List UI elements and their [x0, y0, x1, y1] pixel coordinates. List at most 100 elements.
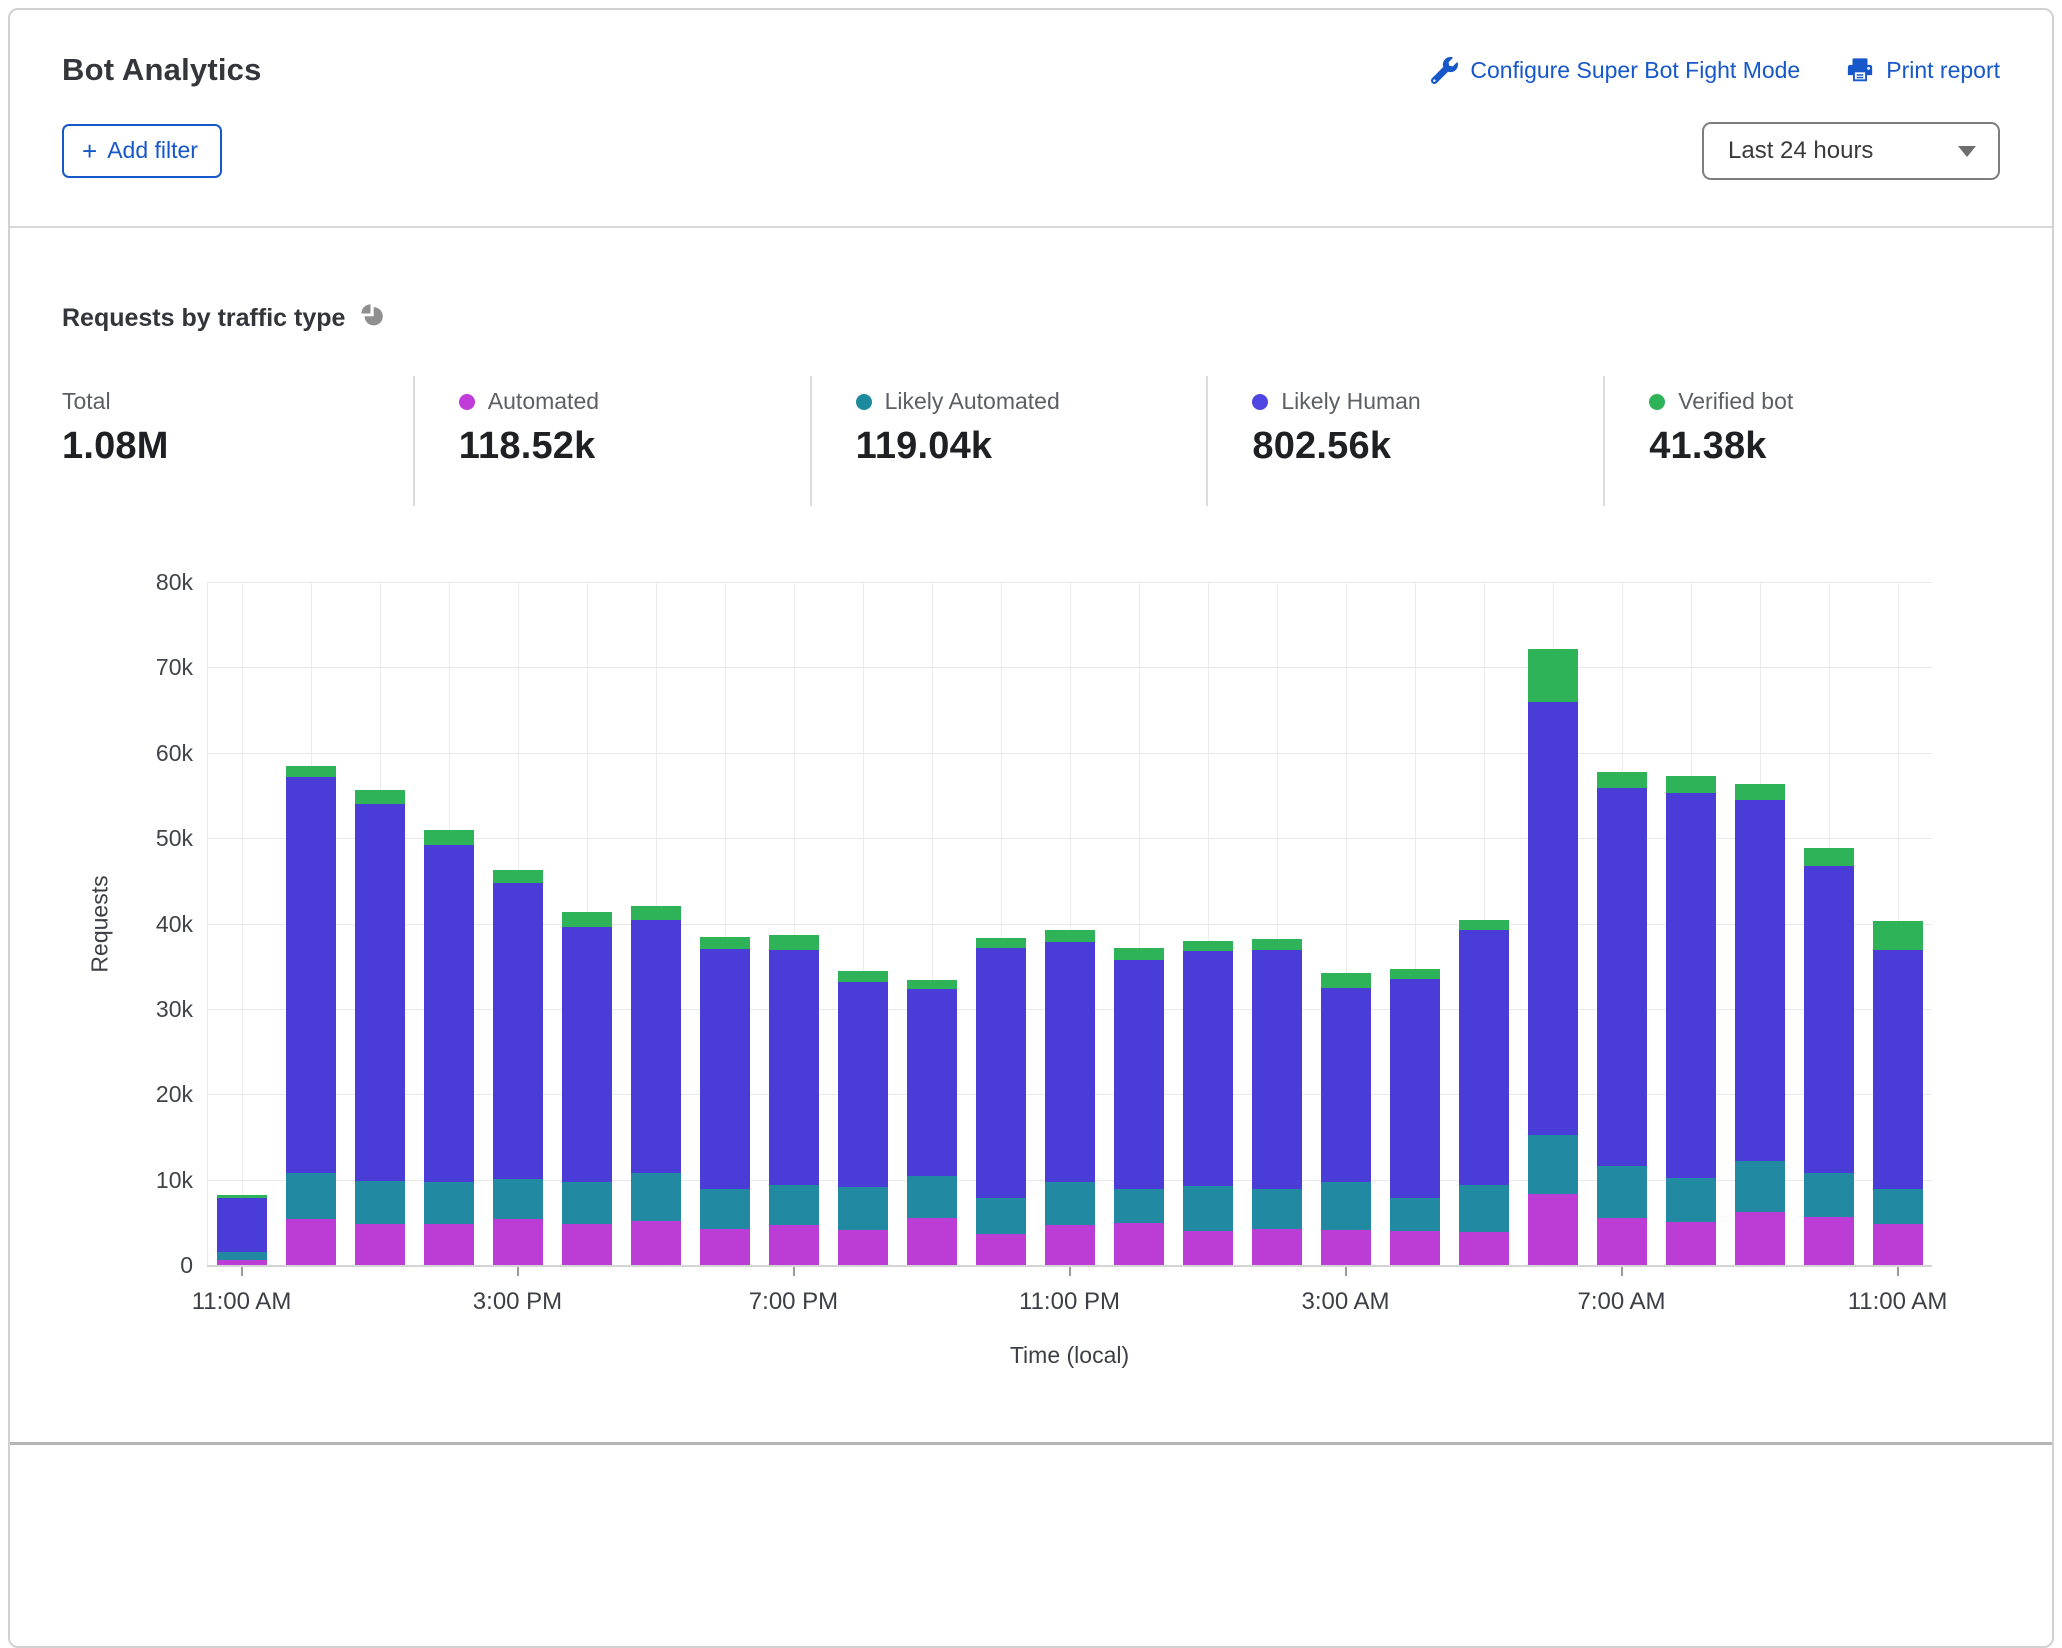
bar-segment-likely-automated[interactable]: [976, 1198, 1026, 1234]
stacked-bar-14[interactable]: [1183, 941, 1233, 1265]
bar-segment-likely-automated[interactable]: [1597, 1166, 1647, 1218]
bar-segment-likely-automated[interactable]: [1804, 1173, 1854, 1217]
stacked-bar-6[interactable]: [631, 906, 681, 1265]
configure-super-bot-fight-mode-link[interactable]: Configure Super Bot Fight Mode: [1431, 57, 1800, 84]
bar-segment-likely-human[interactable]: [493, 883, 543, 1178]
bar-segment-automated[interactable]: [286, 1219, 336, 1265]
bar-segment-verified-bot[interactable]: [700, 937, 750, 949]
bar-segment-likely-human[interactable]: [700, 949, 750, 1189]
bar-segment-verified-bot[interactable]: [838, 971, 888, 982]
bar-segment-automated[interactable]: [1045, 1225, 1095, 1265]
bar-segment-verified-bot[interactable]: [1735, 784, 1785, 800]
bar-segment-likely-automated[interactable]: [700, 1189, 750, 1229]
bar-segment-automated[interactable]: [1390, 1231, 1440, 1265]
add-filter-button[interactable]: + Add filter: [62, 124, 222, 178]
bar-segment-likely-automated[interactable]: [1321, 1182, 1371, 1230]
stacked-bar-24[interactable]: [1873, 921, 1923, 1265]
bar-segment-automated[interactable]: [907, 1218, 957, 1265]
bar-segment-verified-bot[interactable]: [355, 790, 405, 804]
bar-segment-likely-human[interactable]: [1528, 702, 1578, 1136]
bar-segment-likely-automated[interactable]: [355, 1181, 405, 1224]
bar-segment-automated[interactable]: [838, 1230, 888, 1265]
bar-segment-verified-bot[interactable]: [976, 938, 1026, 948]
bar-segment-likely-human[interactable]: [1045, 942, 1095, 1182]
bar-segment-verified-bot[interactable]: [1045, 930, 1095, 942]
bar-segment-likely-human[interactable]: [424, 845, 474, 1182]
bar-segment-likely-automated[interactable]: [1252, 1189, 1302, 1229]
bar-segment-likely-human[interactable]: [217, 1198, 267, 1253]
bar-segment-verified-bot[interactable]: [1666, 776, 1716, 793]
print-report-link[interactable]: Print report: [1846, 56, 2000, 84]
stacked-bar-5[interactable]: [562, 912, 612, 1265]
bar-segment-automated[interactable]: [769, 1225, 819, 1265]
stacked-bar-9[interactable]: [838, 971, 888, 1265]
stacked-bar-10[interactable]: [907, 980, 957, 1265]
bar-segment-verified-bot[interactable]: [1459, 920, 1509, 930]
bar-segment-automated[interactable]: [1873, 1224, 1923, 1265]
bar-segment-likely-human[interactable]: [1735, 800, 1785, 1161]
stacked-bar-12[interactable]: [1045, 930, 1095, 1265]
stacked-bar-3[interactable]: [424, 830, 474, 1265]
bar-segment-likely-human[interactable]: [1459, 930, 1509, 1184]
bar-segment-automated[interactable]: [1804, 1217, 1854, 1265]
stacked-bar-17[interactable]: [1390, 969, 1440, 1265]
stacked-bar-2[interactable]: [355, 790, 405, 1265]
stacked-bar-23[interactable]: [1804, 848, 1854, 1265]
stacked-bar-16[interactable]: [1321, 973, 1371, 1265]
bar-segment-verified-bot[interactable]: [1252, 939, 1302, 950]
bar-segment-verified-bot[interactable]: [769, 935, 819, 950]
bar-segment-automated[interactable]: [493, 1219, 543, 1265]
bar-segment-automated[interactable]: [424, 1224, 474, 1265]
bar-segment-verified-bot[interactable]: [493, 870, 543, 884]
bar-segment-likely-automated[interactable]: [838, 1187, 888, 1230]
stacked-bar-8[interactable]: [769, 935, 819, 1265]
stacked-bar-13[interactable]: [1114, 948, 1164, 1265]
bar-segment-verified-bot[interactable]: [1390, 969, 1440, 979]
stacked-bar-20[interactable]: [1597, 772, 1647, 1265]
bar-segment-likely-human[interactable]: [1321, 988, 1371, 1183]
bar-segment-likely-automated[interactable]: [1873, 1189, 1923, 1224]
bar-segment-verified-bot[interactable]: [1873, 921, 1923, 950]
bar-segment-verified-bot[interactable]: [1114, 948, 1164, 960]
bar-segment-likely-automated[interactable]: [1045, 1182, 1095, 1225]
bar-segment-verified-bot[interactable]: [562, 912, 612, 927]
bar-segment-likely-automated[interactable]: [562, 1182, 612, 1224]
bar-segment-automated[interactable]: [1735, 1212, 1785, 1265]
bar-segment-automated[interactable]: [1459, 1232, 1509, 1265]
bar-segment-automated[interactable]: [355, 1224, 405, 1265]
bar-segment-automated[interactable]: [700, 1229, 750, 1265]
bar-segment-likely-human[interactable]: [355, 804, 405, 1181]
bar-segment-likely-human[interactable]: [1873, 950, 1923, 1189]
stacked-bar-1[interactable]: [286, 766, 336, 1265]
stacked-bar-0[interactable]: [217, 1195, 267, 1265]
bar-segment-automated[interactable]: [1666, 1222, 1716, 1265]
bar-segment-automated[interactable]: [1114, 1223, 1164, 1265]
bar-segment-likely-human[interactable]: [631, 920, 681, 1173]
bar-segment-automated[interactable]: [1183, 1231, 1233, 1265]
stacked-bar-11[interactable]: [976, 938, 1026, 1265]
bar-segment-likely-human[interactable]: [1804, 866, 1854, 1173]
bar-segment-likely-human[interactable]: [562, 927, 612, 1182]
bar-segment-likely-human[interactable]: [1183, 951, 1233, 1187]
bar-segment-likely-human[interactable]: [976, 948, 1026, 1198]
bar-segment-likely-human[interactable]: [838, 982, 888, 1187]
bar-segment-automated[interactable]: [976, 1234, 1026, 1265]
bar-segment-verified-bot[interactable]: [1183, 941, 1233, 951]
bar-segment-likely-human[interactable]: [286, 777, 336, 1173]
bar-segment-likely-automated[interactable]: [769, 1185, 819, 1225]
bar-segment-likely-automated[interactable]: [1114, 1189, 1164, 1223]
bar-segment-likely-automated[interactable]: [217, 1252, 267, 1260]
bar-segment-likely-automated[interactable]: [1666, 1178, 1716, 1222]
bar-segment-verified-bot[interactable]: [1597, 772, 1647, 787]
bar-segment-likely-automated[interactable]: [1528, 1135, 1578, 1194]
bar-segment-verified-bot[interactable]: [907, 980, 957, 989]
bar-segment-likely-human[interactable]: [1252, 950, 1302, 1189]
bar-segment-likely-human[interactable]: [1390, 979, 1440, 1198]
stacked-bar-22[interactable]: [1735, 784, 1785, 1265]
bar-segment-verified-bot[interactable]: [1528, 649, 1578, 702]
stacked-bar-15[interactable]: [1252, 939, 1302, 1265]
bar-segment-automated[interactable]: [1597, 1218, 1647, 1265]
bar-segment-likely-automated[interactable]: [1735, 1161, 1785, 1212]
bar-segment-automated[interactable]: [1252, 1229, 1302, 1265]
bar-segment-likely-automated[interactable]: [631, 1173, 681, 1221]
